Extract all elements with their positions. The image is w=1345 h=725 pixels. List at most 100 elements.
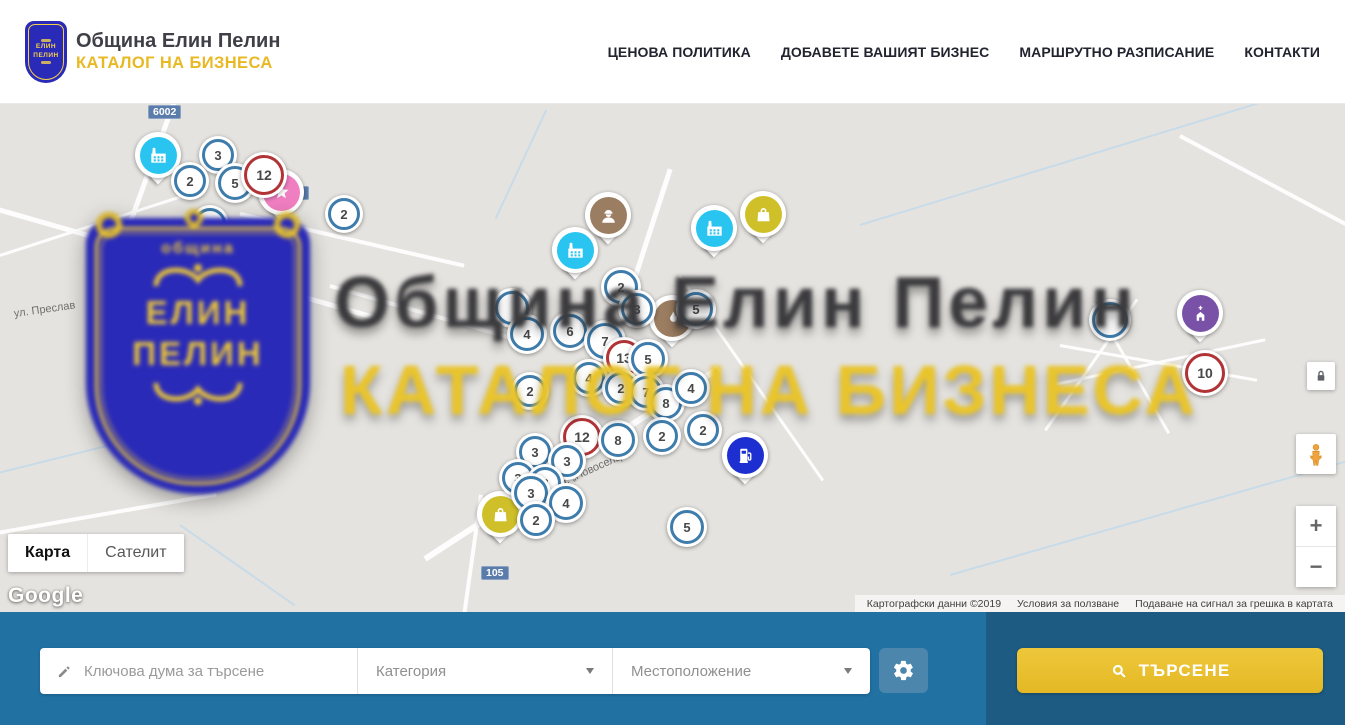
attribution-report-link[interactable]: Подаване на сигнал за грешка в картата	[1127, 598, 1341, 610]
padlock-icon	[1312, 367, 1330, 385]
map-cluster-marker[interactable]	[191, 205, 229, 243]
search-button-label: ТЪРСЕНЕ	[1139, 661, 1231, 681]
map-pin-church[interactable]	[1177, 290, 1223, 348]
municipality-crest-icon: ЕЛИН ПЕЛИН	[25, 21, 67, 83]
cluster-count: 6	[553, 314, 587, 348]
fuel-icon	[727, 437, 764, 474]
map-cluster-marker[interactable]: 2	[511, 372, 549, 410]
factory-icon	[140, 137, 177, 174]
cluster-count: 4	[573, 362, 605, 394]
map-type-satellite-button[interactable]: Сателит	[87, 534, 183, 572]
map-road	[0, 192, 191, 257]
nav-item-dobavete-vashiyat-biznes[interactable]: ДОБАВЕТЕ ВАШИЯТ БИЗНЕС	[781, 44, 990, 60]
map-pin-bag[interactable]	[740, 191, 786, 249]
worker-icon	[590, 197, 627, 234]
map-pin-fuel[interactable]	[722, 432, 768, 490]
map-cluster-marker[interactable]: 3	[618, 290, 656, 328]
pin-head	[1177, 290, 1223, 336]
cluster-count: 12	[244, 155, 284, 195]
site-title: Община Елин Пелин	[76, 30, 280, 54]
map-cluster-marker[interactable]: 5	[667, 507, 707, 547]
zoom-out-button[interactable]: −	[1296, 547, 1336, 587]
nav-item-marshrutno-razpisanie[interactable]: МАРШРУТНО РАЗПИСАНИЕ	[1019, 44, 1214, 60]
attribution-data: Картографски данни ©2019	[859, 598, 1009, 610]
watermark-crest: община ЕЛИН ПЕЛИН	[86, 218, 310, 494]
map-type-control: Карта Сателит	[8, 534, 184, 572]
map-cluster-marker[interactable]: 2	[684, 411, 722, 449]
pin-head	[740, 191, 786, 237]
chevron-down-icon	[586, 668, 594, 674]
map-cluster-marker[interactable]: 2	[517, 501, 555, 539]
map-canvas[interactable]: 3251222356471354227841282233383425106002…	[0, 104, 1345, 612]
cluster-count: 2	[514, 375, 546, 407]
category-select[interactable]: Категория	[358, 648, 612, 694]
category-select-label: Категория	[376, 663, 446, 680]
map-cluster-marker[interactable]: 8	[598, 420, 638, 460]
chevron-down-icon	[844, 668, 852, 674]
header: ЕЛИН ПЕЛИН Община Елин Пелин КАТАЛОГ НА …	[0, 0, 1345, 104]
map-cluster-marker[interactable]: 5	[676, 289, 716, 329]
crest-name-line1: ЕЛИН	[36, 43, 56, 51]
cluster-count: 2	[646, 420, 678, 452]
map-stream	[495, 110, 548, 220]
cluster-count: 2	[174, 165, 206, 197]
keyword-field[interactable]	[40, 648, 357, 694]
map-road	[1179, 134, 1345, 241]
lock-button[interactable]	[1307, 362, 1335, 390]
cluster-count: 2	[687, 414, 719, 446]
map-cluster-marker[interactable]: 2	[171, 162, 209, 200]
factory-icon	[696, 210, 733, 247]
attribution-terms-link[interactable]: Условия за ползване	[1009, 598, 1127, 610]
cluster-count: 5	[670, 510, 704, 544]
gear-icon	[892, 659, 915, 682]
cluster-count: 5	[631, 342, 665, 376]
main-nav: ЦЕНОВА ПОЛИТИКА ДОБАВЕТЕ ВАШИЯТ БИЗНЕС МАР…	[608, 44, 1320, 60]
bag-icon	[745, 196, 782, 233]
zoom-in-button[interactable]: +	[1296, 506, 1336, 547]
cluster-count: 4	[675, 372, 707, 404]
cluster-count: 10	[1185, 353, 1225, 393]
location-select-label: Местоположение	[631, 663, 751, 680]
zoom-control: + −	[1296, 506, 1336, 587]
nav-item-cenova-politika[interactable]: ЦЕНОВА ПОЛИТИКА	[608, 44, 751, 60]
map-attribution: Картографски данни ©2019 Условия за полз…	[855, 595, 1345, 612]
road-badge: 6002	[148, 105, 181, 119]
cluster-count	[1092, 302, 1128, 338]
map-cluster-marker[interactable]: 10	[1182, 350, 1228, 396]
map-cluster-marker[interactable]: 2	[643, 417, 681, 455]
nav-item-kontakti[interactable]: КОНТАКТИ	[1244, 44, 1320, 60]
search-bar: Категория Местоположение ТЪРСЕНЕ	[0, 612, 1345, 725]
watermark-crest-word: община	[161, 240, 235, 258]
map-stream	[950, 458, 1345, 576]
map-road	[0, 492, 217, 538]
cluster-count	[194, 208, 226, 240]
map-type-map-button[interactable]: Карта	[8, 534, 87, 572]
map-stream	[860, 104, 1345, 226]
map-pin-worker[interactable]	[585, 192, 631, 250]
map-stream	[179, 524, 295, 606]
map-cluster-marker[interactable]: 4	[672, 369, 710, 407]
search-icon	[1110, 662, 1128, 680]
map-stream	[0, 414, 233, 476]
map-pin-factory[interactable]	[691, 205, 737, 263]
map-road	[1050, 338, 1266, 387]
site-logo[interactable]: ЕЛИН ПЕЛИН Община Елин Пелин КАТАЛОГ НА …	[25, 21, 280, 83]
watermark-title-line2: КАТАЛОГ НА БИЗНЕСА	[340, 350, 1198, 430]
pencil-icon	[56, 663, 73, 680]
google-logo[interactable]: Google	[8, 584, 83, 608]
search-button[interactable]: ТЪРСЕНЕ	[1017, 648, 1323, 693]
map-cluster-marker[interactable]: 12	[241, 152, 287, 198]
pegman-button[interactable]	[1296, 434, 1336, 474]
location-select[interactable]: Местоположение	[613, 648, 870, 694]
watermark-title-line1: Община Елин Пелин	[334, 262, 1138, 344]
advanced-search-button[interactable]	[879, 648, 928, 693]
map-cluster-marker[interactable]: 4	[507, 314, 547, 354]
cluster-count: 3	[621, 293, 653, 325]
map-cluster-marker[interactable]: 2	[325, 195, 363, 233]
keyword-input[interactable]	[84, 663, 341, 680]
cluster-count: 4	[510, 317, 544, 351]
site-subtitle: КАТАЛОГ НА БИЗНЕСА	[76, 54, 280, 73]
map-cluster-marker[interactable]	[1089, 299, 1131, 341]
pegman-icon	[1303, 441, 1329, 467]
search-field-group: Категория Местоположение	[40, 648, 870, 694]
